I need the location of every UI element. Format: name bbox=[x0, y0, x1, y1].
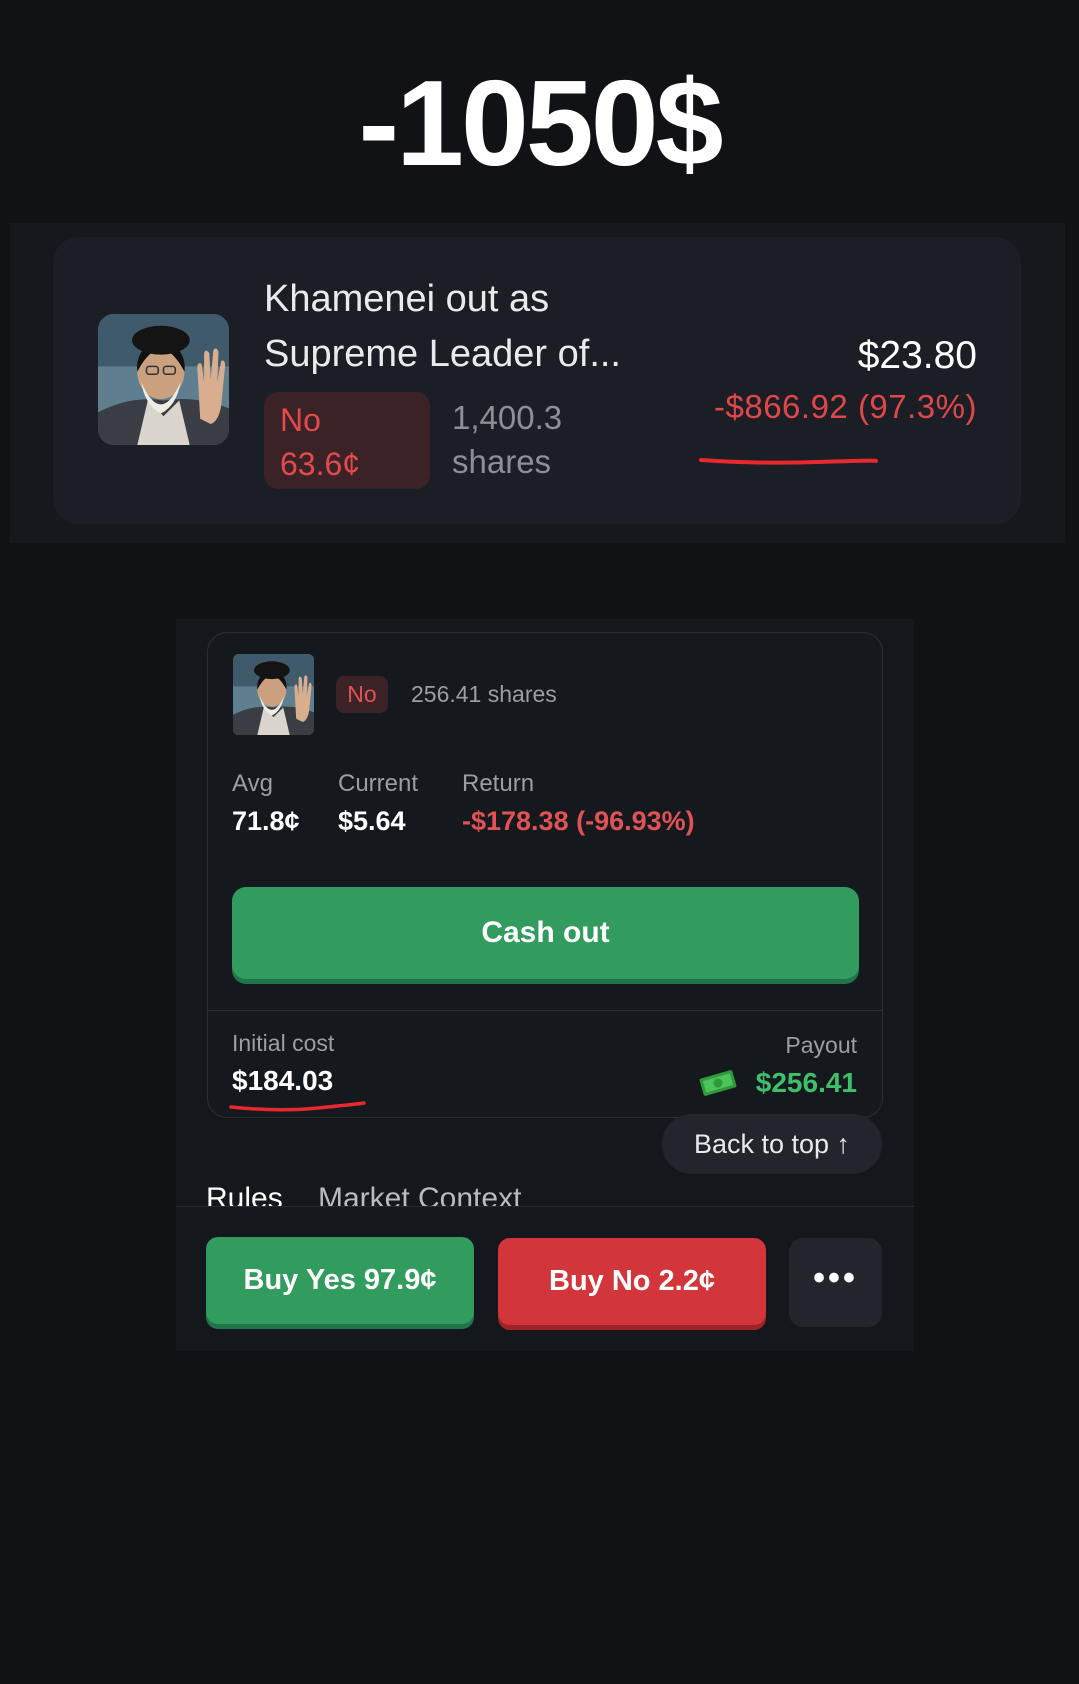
current-label: Current bbox=[338, 770, 419, 797]
payout-label: Payout bbox=[785, 1032, 857, 1058]
buy-yes-button[interactable]: Buy Yes 97.9¢ bbox=[206, 1237, 474, 1324]
detail-outcome-badge: No bbox=[336, 676, 388, 713]
detail-shares: 256.41 shares bbox=[411, 681, 557, 707]
red-underline-annotation-2 bbox=[229, 1101, 366, 1112]
money-bill-icon bbox=[699, 1070, 737, 1096]
card-divider bbox=[208, 1010, 882, 1011]
pnl-value: -$866.92 (97.3%) bbox=[714, 388, 977, 425]
market-portrait-image bbox=[98, 314, 229, 445]
tab-bar: Rules Market Context bbox=[176, 1170, 914, 1206]
action-bar-divider bbox=[176, 1206, 914, 1207]
market-title[interactable]: Khamenei out as Supreme Leader of... bbox=[264, 272, 684, 382]
initial-cost-label: Initial cost bbox=[232, 1030, 335, 1056]
back-to-top-button[interactable]: Back to top ↑ bbox=[662, 1114, 882, 1174]
outcome-price: 63.6¢ bbox=[280, 446, 361, 482]
current-value: $23.80 bbox=[857, 334, 977, 377]
detail-portrait-image bbox=[233, 654, 314, 735]
initial-cost-value: $184.03 bbox=[232, 1065, 334, 1096]
tab-market-context[interactable]: Market Context bbox=[318, 1182, 521, 1206]
shares-info: 1,400.3 shares bbox=[452, 396, 562, 484]
shares-count: 1,400.3 bbox=[452, 399, 563, 436]
avg-value: 71.8¢ bbox=[232, 806, 300, 836]
buy-no-button[interactable]: Buy No 2.2¢ bbox=[498, 1238, 766, 1325]
shares-label: shares bbox=[452, 443, 552, 480]
more-dots-icon[interactable]: ••• bbox=[789, 1238, 882, 1327]
avg-label: Avg bbox=[232, 770, 273, 797]
tab-rules[interactable]: Rules bbox=[206, 1182, 283, 1206]
red-underline-annotation bbox=[699, 458, 879, 465]
outcome-label: No bbox=[280, 402, 321, 438]
loss-headline: -1050$ bbox=[358, 55, 724, 191]
return-value: -$178.38 (-96.93%) bbox=[462, 806, 695, 836]
payout-value: $256.41 bbox=[755, 1067, 857, 1098]
cash-out-button[interactable]: Cash out bbox=[232, 887, 859, 979]
current-price-value: $5.64 bbox=[338, 806, 406, 836]
return-label: Return bbox=[462, 770, 535, 797]
outcome-badge: No 63.6¢ bbox=[264, 392, 430, 489]
